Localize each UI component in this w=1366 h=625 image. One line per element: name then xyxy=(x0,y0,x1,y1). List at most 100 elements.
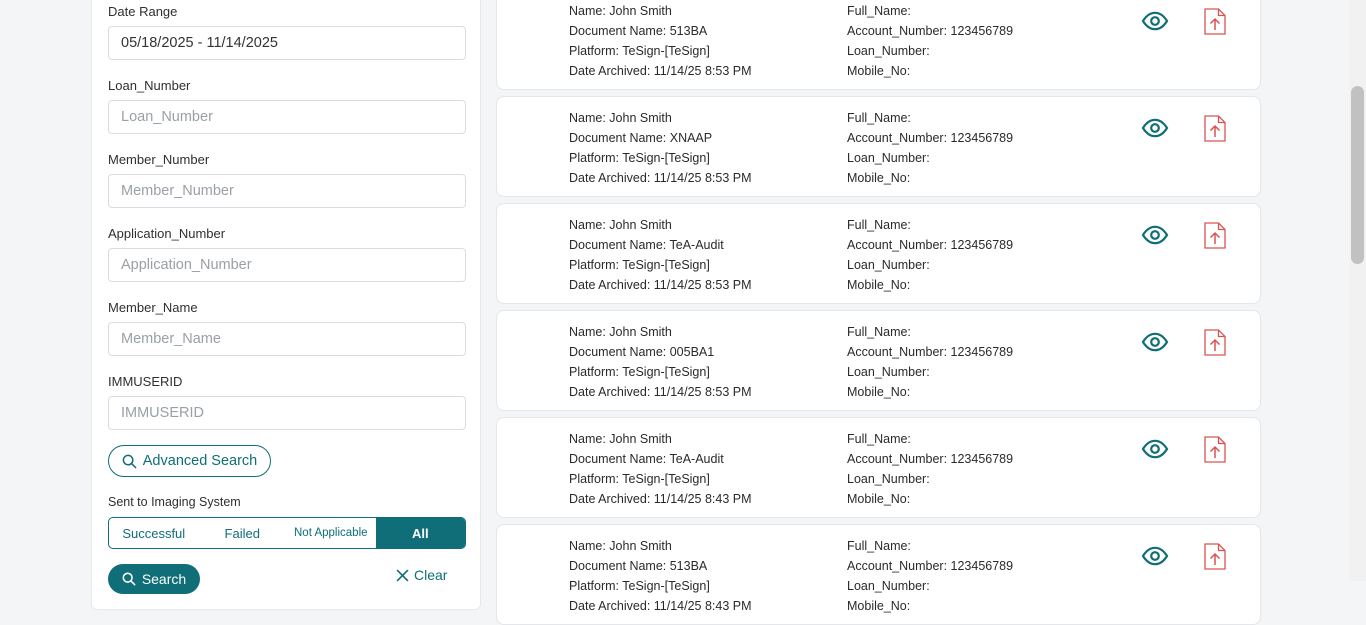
record-loan-number: Loan_Number: xyxy=(847,44,930,58)
record-document-name: Document Name: 005BA1 xyxy=(569,345,715,359)
record-date-archived: Date Archived: 11/14/25 8:53 PM xyxy=(569,278,752,292)
record-platform: Platform: TeSign-[TeSign] xyxy=(569,44,710,58)
record-name: Name: John Smith xyxy=(569,4,672,18)
pdf-file-icon[interactable] xyxy=(1204,222,1226,249)
record-account-column: Full_Name: Account_Number: 123456789 Loa… xyxy=(847,1,1013,81)
member-name-label: Member_Name xyxy=(108,300,198,315)
filter-panel: Date Range Loan_Number Member_Number App… xyxy=(91,0,481,610)
search-button[interactable]: Search xyxy=(108,564,200,594)
record-date-archived: Date Archived: 11/14/25 8:53 PM xyxy=(569,171,752,185)
result-card: Name: John Smith Document Name: 513BA Pl… xyxy=(496,524,1261,625)
record-details-column: Name: John Smith Document Name: 005BA1 P… xyxy=(569,322,752,402)
record-details-column: Name: John Smith Document Name: TeA-Audi… xyxy=(569,215,752,295)
advanced-search-button[interactable]: Advanced Search xyxy=(108,445,271,477)
record-full-name: Full_Name: xyxy=(847,539,911,553)
record-loan-number: Loan_Number: xyxy=(847,472,930,486)
member-number-input[interactable] xyxy=(108,174,466,208)
eye-icon[interactable] xyxy=(1141,11,1169,31)
eye-icon[interactable] xyxy=(1141,439,1169,459)
record-date-archived: Date Archived: 11/14/25 8:53 PM xyxy=(569,385,752,399)
record-document-name: Document Name: TeA-Audit xyxy=(569,238,724,252)
result-card: Name: John Smith Document Name: XNAAP Pl… xyxy=(496,96,1261,197)
record-account-column: Full_Name: Account_Number: 123456789 Loa… xyxy=(847,215,1013,295)
record-name: Name: John Smith xyxy=(569,432,672,446)
record-account-number: Account_Number: 123456789 xyxy=(847,452,1014,466)
record-document-name: Document Name: XNAAP xyxy=(569,131,713,145)
loan-number-label: Loan_Number xyxy=(108,78,191,93)
loan-number-input[interactable] xyxy=(108,100,466,134)
record-name: Name: John Smith xyxy=(569,325,672,339)
record-mobile-no: Mobile_No: xyxy=(847,64,911,78)
record-date-archived: Date Archived: 11/14/25 8:43 PM xyxy=(569,492,752,506)
page-scrollbar[interactable] xyxy=(1349,0,1366,581)
record-name: Name: John Smith xyxy=(569,218,672,232)
record-mobile-no: Mobile_No: xyxy=(847,278,911,292)
record-account-number: Account_Number: 123456789 xyxy=(847,238,1014,252)
eye-icon[interactable] xyxy=(1141,332,1169,352)
scrollbar-thumb[interactable] xyxy=(1351,86,1364,264)
pdf-file-icon[interactable] xyxy=(1204,329,1226,356)
record-full-name: Full_Name: xyxy=(847,111,911,125)
record-details-column: Name: John Smith Document Name: 513BA Pl… xyxy=(569,536,752,616)
record-account-column: Full_Name: Account_Number: 123456789 Loa… xyxy=(847,429,1013,509)
record-name: Name: John Smith xyxy=(569,111,672,125)
record-mobile-no: Mobile_No: xyxy=(847,492,911,506)
pdf-file-icon[interactable] xyxy=(1204,8,1226,35)
record-account-number: Account_Number: 123456789 xyxy=(847,559,1014,573)
record-platform: Platform: TeSign-[TeSign] xyxy=(569,579,710,593)
record-mobile-no: Mobile_No: xyxy=(847,599,911,613)
record-account-column: Full_Name: Account_Number: 123456789 Loa… xyxy=(847,108,1013,188)
record-loan-number: Loan_Number: xyxy=(847,258,930,272)
segment-all[interactable]: All xyxy=(375,518,465,548)
date-range-label: Date Range xyxy=(108,4,178,19)
record-mobile-no: Mobile_No: xyxy=(847,171,911,185)
immuserid-input[interactable] xyxy=(108,396,466,430)
record-full-name: Full_Name: xyxy=(847,432,911,446)
record-loan-number: Loan_Number: xyxy=(847,151,930,165)
record-full-name: Full_Name: xyxy=(847,325,911,339)
record-loan-number: Loan_Number: xyxy=(847,579,930,593)
result-card: Name: John Smith Document Name: 513BA Pl… xyxy=(496,0,1261,90)
record-account-number: Account_Number: 123456789 xyxy=(847,345,1014,359)
result-card: Name: John Smith Document Name: TeA-Audi… xyxy=(496,203,1261,304)
record-full-name: Full_Name: xyxy=(847,218,911,232)
record-details-column: Name: John Smith Document Name: 513BA Pl… xyxy=(569,1,752,81)
search-icon xyxy=(122,454,137,468)
search-icon xyxy=(122,572,136,586)
member-number-label: Member_Number xyxy=(108,152,210,167)
imaging-status-segmented-control: Successful Failed Not Applicable All xyxy=(108,517,466,549)
record-account-number: Account_Number: 123456789 xyxy=(847,24,1014,38)
eye-icon[interactable] xyxy=(1141,118,1169,138)
search-label: Search xyxy=(141,571,187,587)
pdf-file-icon[interactable] xyxy=(1204,115,1226,142)
application-number-input[interactable] xyxy=(108,248,466,282)
application-number-label: Application_Number xyxy=(108,226,226,241)
record-platform: Platform: TeSign-[TeSign] xyxy=(569,472,710,486)
pdf-file-icon[interactable] xyxy=(1204,543,1226,570)
record-platform: Platform: TeSign-[TeSign] xyxy=(569,365,710,379)
segment-successful[interactable]: Successful xyxy=(109,518,199,548)
record-date-archived: Date Archived: 11/14/25 8:53 PM xyxy=(569,64,752,78)
record-account-column: Full_Name: Account_Number: 123456789 Loa… xyxy=(847,536,1013,616)
sent-to-imaging-label: Sent to Imaging System xyxy=(108,495,241,509)
segment-not-applicable[interactable]: Not Applicable xyxy=(286,518,376,548)
record-details-column: Name: John Smith Document Name: XNAAP Pl… xyxy=(569,108,752,188)
eye-icon[interactable] xyxy=(1141,225,1169,245)
record-platform: Platform: TeSign-[TeSign] xyxy=(569,258,710,272)
record-account-number: Account_Number: 123456789 xyxy=(847,131,1014,145)
pdf-file-icon[interactable] xyxy=(1204,436,1226,463)
eye-icon[interactable] xyxy=(1141,546,1169,566)
segment-failed[interactable]: Failed xyxy=(199,518,287,548)
record-full-name: Full_Name: xyxy=(847,4,911,18)
record-details-column: Name: John Smith Document Name: TeA-Audi… xyxy=(569,429,752,509)
record-mobile-no: Mobile_No: xyxy=(847,385,911,399)
advanced-search-label: Advanced Search xyxy=(142,453,258,469)
record-account-column: Full_Name: Account_Number: 123456789 Loa… xyxy=(847,322,1013,402)
immuserid-label: IMMUSERID xyxy=(108,374,183,389)
record-loan-number: Loan_Number: xyxy=(847,365,930,379)
date-range-input[interactable] xyxy=(108,26,466,60)
result-card: Name: John Smith Document Name: 005BA1 P… xyxy=(496,310,1261,411)
record-date-archived: Date Archived: 11/14/25 8:43 PM xyxy=(569,599,752,613)
member-name-input[interactable] xyxy=(108,322,466,356)
close-icon xyxy=(396,569,409,581)
